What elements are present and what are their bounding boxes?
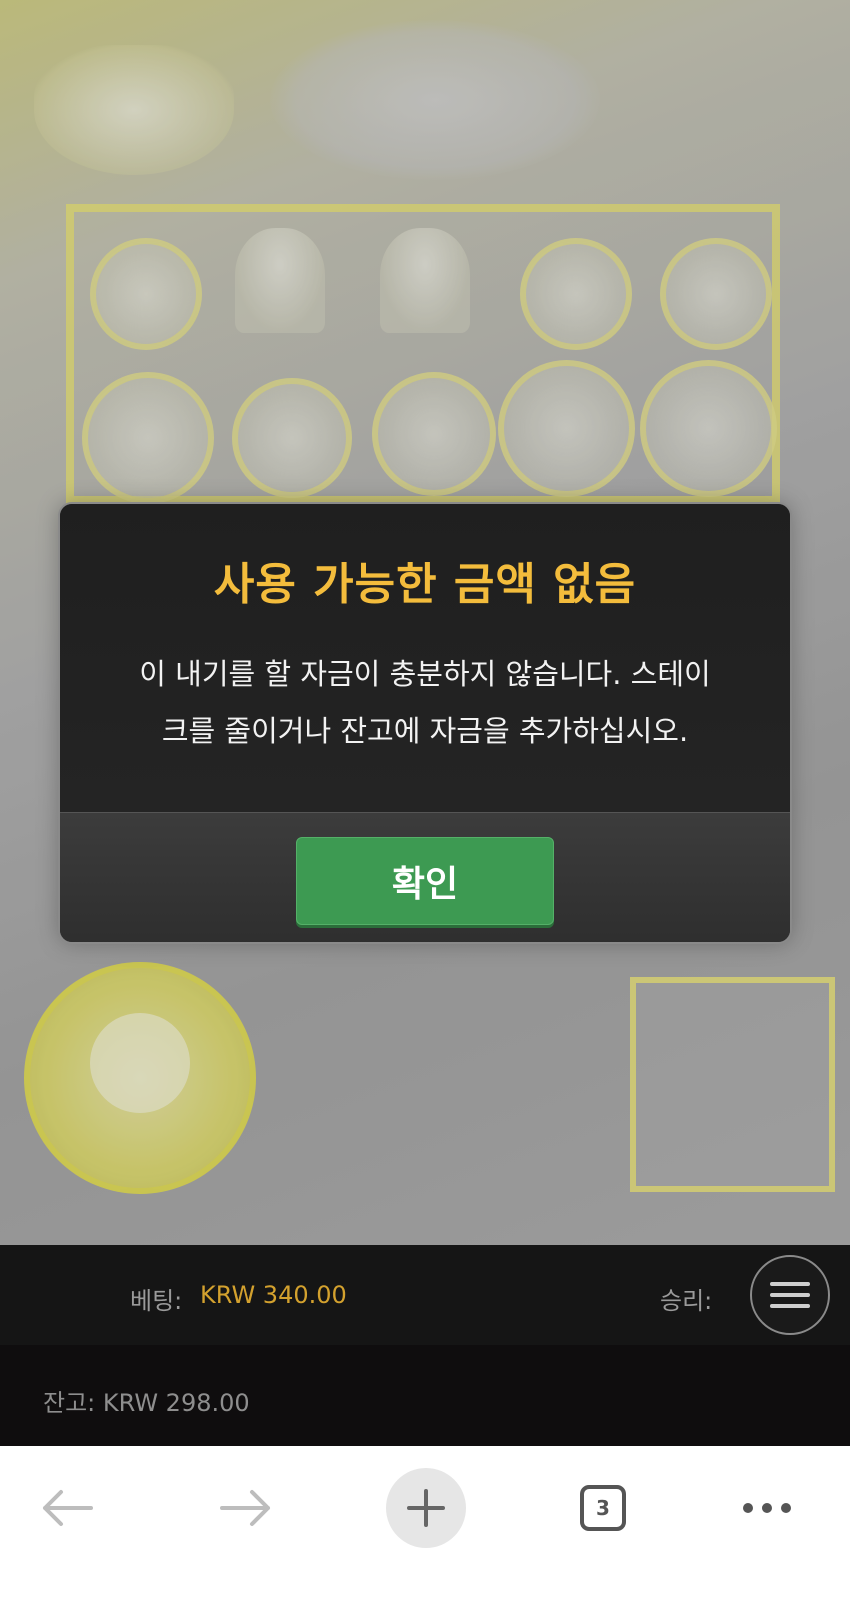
dialog-body: 사용 가능한 금액 없음 이 내기를 할 자금이 충분하지 않습니다. 스테이 …: [60, 504, 790, 812]
hamburger-menu-icon: [770, 1282, 810, 1308]
forward-arrow-icon: [220, 1490, 270, 1526]
bet-label: 베팅:: [130, 1287, 183, 1315]
dialog-message-line: 이 내기를 할 자금이 충분하지 않습니다. 스테이: [139, 657, 711, 691]
more-button[interactable]: [727, 1468, 807, 1548]
browser-nav-bar: 3: [0, 1446, 850, 1611]
dialog-message: 이 내기를 할 자금이 충분하지 않습니다. 스테이 크를 줄이거나 잔고에 자…: [90, 646, 760, 760]
confirm-button[interactable]: 확인: [296, 837, 554, 925]
balance-bar: 잔고: KRW 298.00: [0, 1345, 850, 1446]
tabs-button[interactable]: 3: [563, 1468, 643, 1548]
tabs-icon: 3: [580, 1485, 626, 1531]
bet-value[interactable]: KRW 340.00: [200, 1281, 347, 1309]
menu-button[interactable]: [750, 1255, 830, 1335]
win-label: 승리:: [660, 1287, 713, 1315]
forward-button[interactable]: [206, 1468, 286, 1548]
bet-bar: 베팅: KRW 340.00 승리:: [0, 1245, 850, 1345]
dialog-title: 사용 가능한 금액 없음: [213, 559, 637, 610]
back-arrow-icon: [43, 1490, 93, 1526]
more-icon: [743, 1503, 791, 1513]
new-tab-button[interactable]: [386, 1468, 466, 1548]
insufficient-funds-dialog: 사용 가능한 금액 없음 이 내기를 할 자금이 충분하지 않습니다. 스테이 …: [58, 502, 792, 944]
plus-icon: [407, 1489, 445, 1527]
back-button[interactable]: [27, 1468, 107, 1548]
dialog-message-line: 크를 줄이거나 잔고에 자금을 추가하십시오.: [161, 714, 689, 748]
dialog-footer: 확인: [60, 812, 790, 942]
balance-text: 잔고: KRW 298.00: [43, 1389, 250, 1417]
